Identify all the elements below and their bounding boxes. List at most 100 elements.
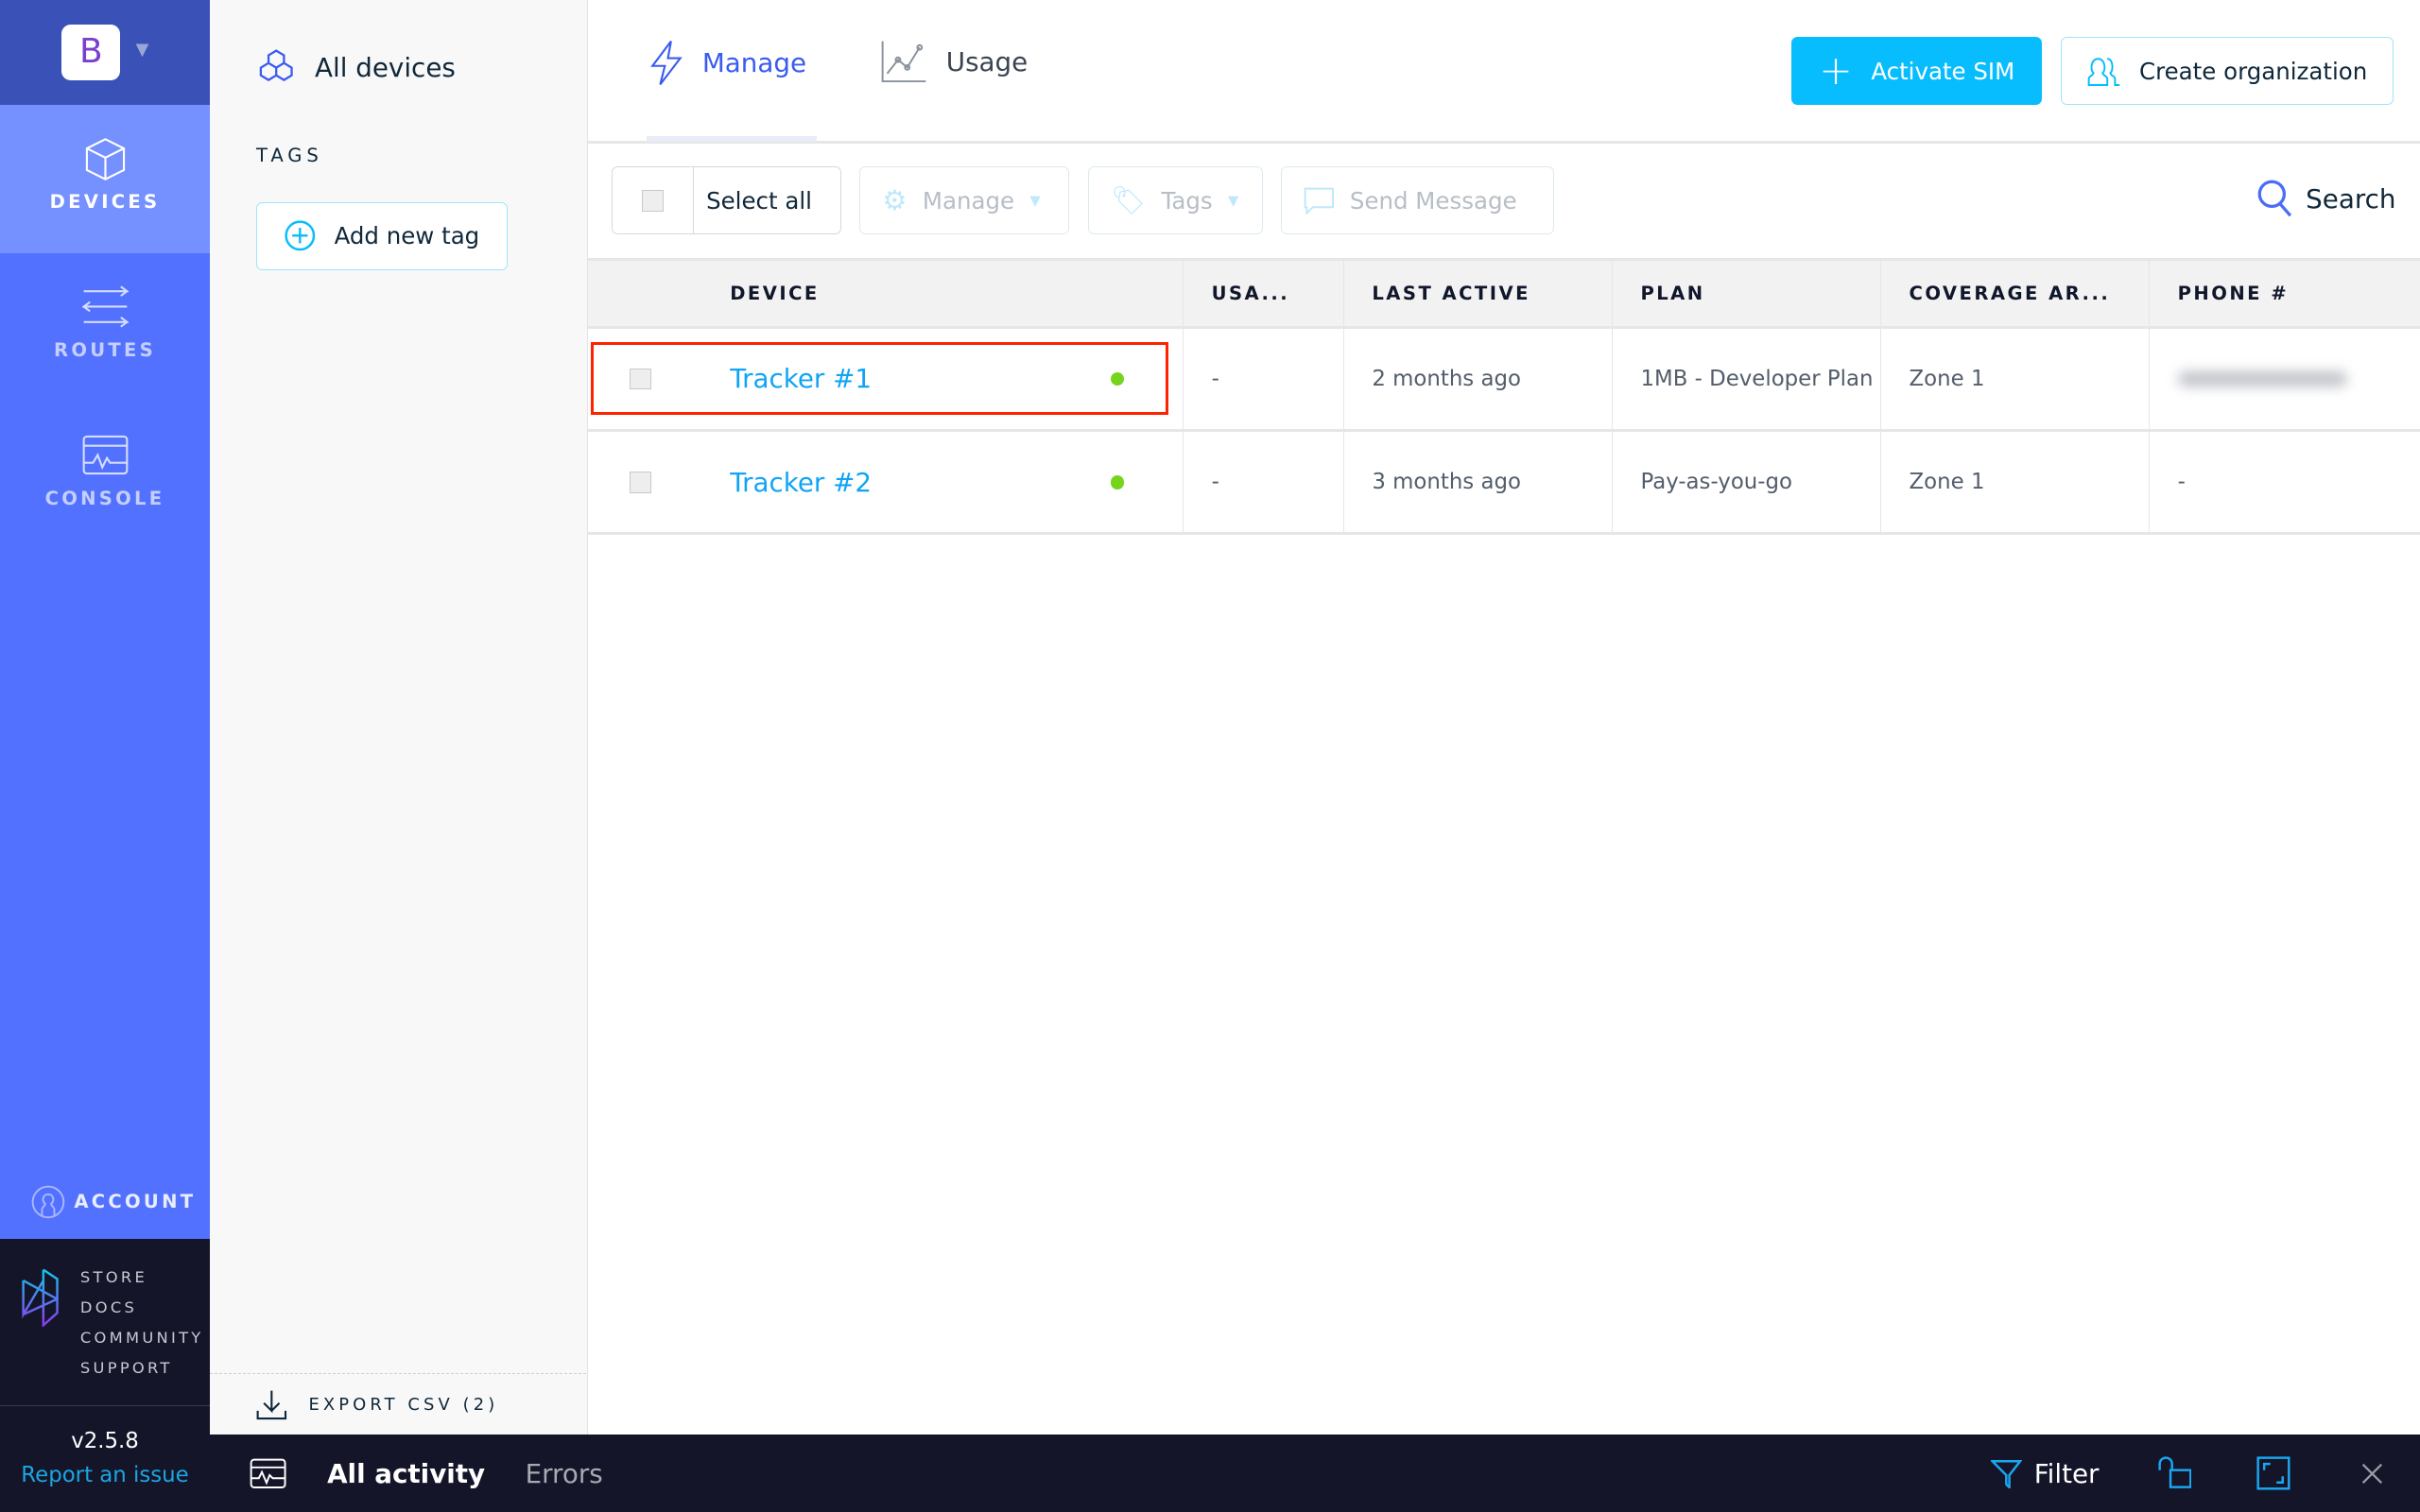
export-label: EXPORT CSV (2)	[308, 1394, 499, 1415]
plus-icon: +	[1819, 47, 1853, 94]
table-header: DEVICE USA... LAST ACTIVE PLAN COVERAGE …	[588, 257, 2420, 329]
col-plan[interactable]: PLAN	[1613, 260, 1882, 326]
select-all-label: Select all	[706, 186, 812, 215]
tab-usage[interactable]: Usage	[881, 40, 1028, 83]
tags-label: Tags	[1161, 186, 1213, 215]
filter-label: Filter	[2033, 1457, 2100, 1489]
nav-devices[interactable]: DEVICES	[0, 105, 211, 253]
main-header: Manage Usage + Activate SIM Create organ…	[588, 0, 2420, 144]
search-icon	[2257, 180, 2292, 217]
select-all-button[interactable]: Select all	[611, 166, 841, 235]
expand-icon[interactable]	[2256, 1456, 2290, 1490]
tags-dropdown[interactable]: 🏷 Tags ▼	[1088, 166, 1263, 235]
usage-cell: -	[1184, 432, 1344, 533]
download-icon	[256, 1390, 287, 1419]
nav-label: ROUTES	[53, 339, 157, 362]
last-active-cell: 3 months ago	[1344, 432, 1614, 533]
tab-all-activity[interactable]: All activity	[327, 1458, 485, 1489]
line-chart-icon	[881, 42, 926, 83]
send-label: Send Message	[1349, 186, 1517, 215]
tab-label: Usage	[945, 45, 1028, 77]
plan-cell: Pay-as-you-go	[1613, 432, 1882, 533]
tab-errors[interactable]: Errors	[526, 1458, 603, 1489]
footer-links: STORE DOCS COMMUNITY SUPPORT	[80, 1263, 204, 1383]
add-tag-label: Add new tag	[334, 222, 480, 250]
divider	[0, 1405, 211, 1406]
manage-label: Manage	[922, 186, 1015, 215]
link-support[interactable]: SUPPORT	[80, 1353, 204, 1383]
add-tag-button[interactable]: Add new tag	[256, 201, 509, 270]
tab-label: Manage	[701, 47, 807, 79]
coverage-cell: Zone 1	[1881, 432, 2151, 533]
col-last-active[interactable]: LAST ACTIVE	[1344, 260, 1614, 326]
tags-heading: TAGS	[256, 145, 323, 167]
col-coverage[interactable]: COVERAGE AR...	[1881, 260, 2151, 326]
table-row[interactable]: Tracker #2 - 3 months ago Pay-as-you-go …	[588, 432, 2420, 536]
activate-label: Activate SIM	[1871, 57, 2015, 85]
caret-down-icon[interactable]: ▼	[136, 40, 149, 60]
coverage-cell: Zone 1	[1881, 328, 2151, 430]
lightning-icon	[650, 41, 683, 86]
plan-cell: 1MB - Developer Plan	[1613, 328, 1882, 430]
plus-circle-icon	[285, 220, 316, 251]
close-icon[interactable]	[2361, 1463, 2383, 1485]
col-usage[interactable]: USA...	[1184, 260, 1344, 326]
nav-routes[interactable]: ROUTES	[0, 253, 210, 402]
device-filter-panel: All devices TAGS Add new tag EXPORT CSV …	[210, 0, 589, 1435]
caret-down-icon: ▼	[1227, 192, 1239, 209]
header-select	[588, 261, 702, 326]
select-all-checkbox[interactable]	[641, 189, 664, 212]
filter-icon	[1991, 1459, 2022, 1489]
device-link[interactable]: Tracker #2	[730, 467, 872, 498]
unlock-icon[interactable]	[2157, 1456, 2192, 1490]
org-avatar[interactable]: B	[61, 25, 121, 80]
create-organization-button[interactable]: Create organization	[2060, 37, 2394, 105]
search-button[interactable]: Search	[2256, 179, 2396, 218]
online-status-dot	[1110, 474, 1125, 490]
activity-bar: All activity Errors Filter	[210, 1435, 2420, 1512]
link-store[interactable]: STORE	[80, 1263, 204, 1293]
phone-cell: -	[2177, 470, 2186, 495]
user-icon	[31, 1185, 64, 1219]
all-devices-link[interactable]: All devices	[256, 49, 456, 86]
gear-icon: ⚙	[882, 184, 908, 217]
row-select	[588, 432, 702, 532]
search-label: Search	[2306, 183, 2396, 215]
redacted-phone	[2177, 370, 2348, 387]
org-switcher[interactable]: B ▼	[0, 0, 211, 106]
tag-icon: 🏷	[1110, 183, 1147, 216]
link-docs[interactable]: DOCS	[80, 1293, 204, 1323]
nav-label: CONSOLE	[44, 487, 165, 509]
users-icon	[2087, 58, 2119, 86]
phone-cell	[2150, 329, 2420, 429]
report-issue-link[interactable]: Report an issue	[0, 1463, 210, 1487]
cubes-icon	[259, 49, 293, 82]
nav-label: DEVICES	[49, 191, 161, 214]
device-cell: Tracker #2	[702, 432, 1184, 533]
row-checkbox[interactable]	[630, 471, 651, 493]
highlight-box	[591, 342, 1168, 416]
cube-icon	[85, 137, 125, 180]
manage-dropdown[interactable]: ⚙ Manage ▼	[859, 166, 1070, 235]
usage-cell: -	[1184, 328, 1344, 430]
active-tab-indicator	[647, 135, 817, 143]
all-devices-label: All devices	[315, 52, 456, 84]
filter-button[interactable]: Filter	[1991, 1458, 2099, 1489]
create-org-label: Create organization	[2139, 57, 2368, 85]
routes-arrows-icon	[81, 285, 129, 328]
message-icon	[1304, 187, 1334, 215]
activate-sim-button[interactable]: + Activate SIM	[1791, 37, 2042, 105]
send-message-button[interactable]: Send Message	[1281, 166, 1555, 235]
export-csv-button[interactable]: EXPORT CSV (2)	[210, 1373, 587, 1435]
col-phone[interactable]: PHONE #	[2150, 261, 2420, 326]
col-device[interactable]: DEVICE	[702, 260, 1184, 326]
sidebar-nav: B ▼ DEVICES ROUTES CONSOLE ACCOUNT STORE…	[0, 0, 211, 1512]
nav-console[interactable]: CONSOLE	[0, 401, 210, 549]
console-icon	[251, 1458, 286, 1488]
link-community[interactable]: COMMUNITY	[80, 1323, 204, 1353]
caret-down-icon: ▼	[1029, 192, 1041, 209]
console-icon	[82, 435, 128, 475]
nav-account[interactable]: ACCOUNT	[31, 1185, 197, 1219]
tab-manage[interactable]: Manage	[649, 40, 806, 86]
last-active-cell: 2 months ago	[1344, 328, 1614, 430]
